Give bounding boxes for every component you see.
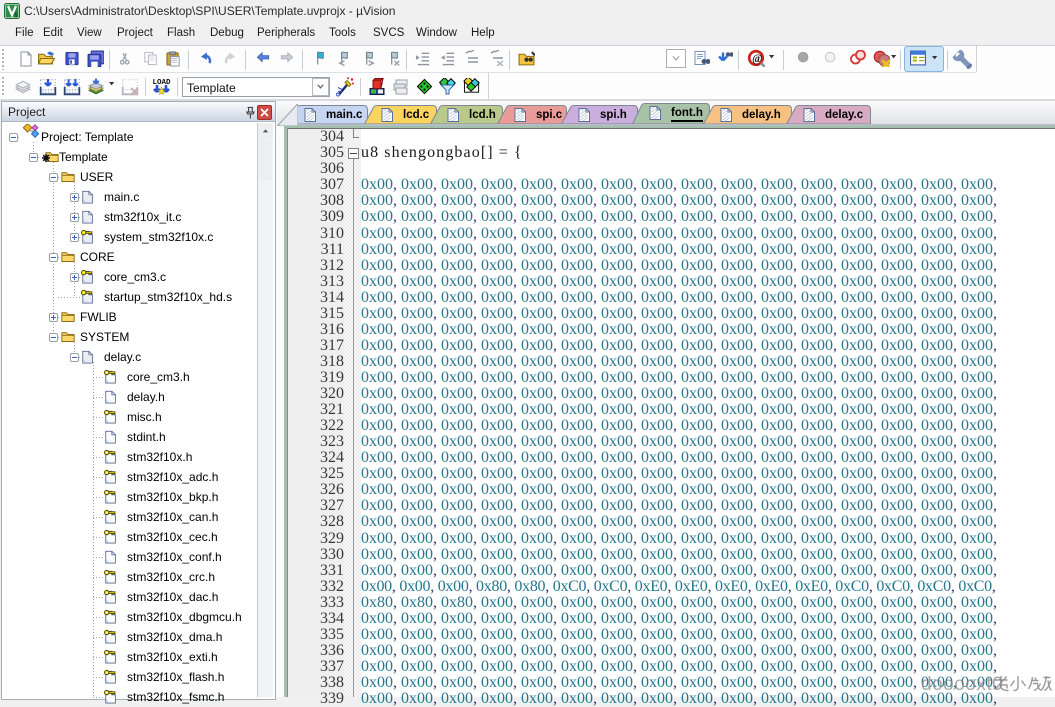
svg-text:@: @ <box>752 53 762 65</box>
svg-text:LOAD: LOAD <box>153 79 172 87</box>
